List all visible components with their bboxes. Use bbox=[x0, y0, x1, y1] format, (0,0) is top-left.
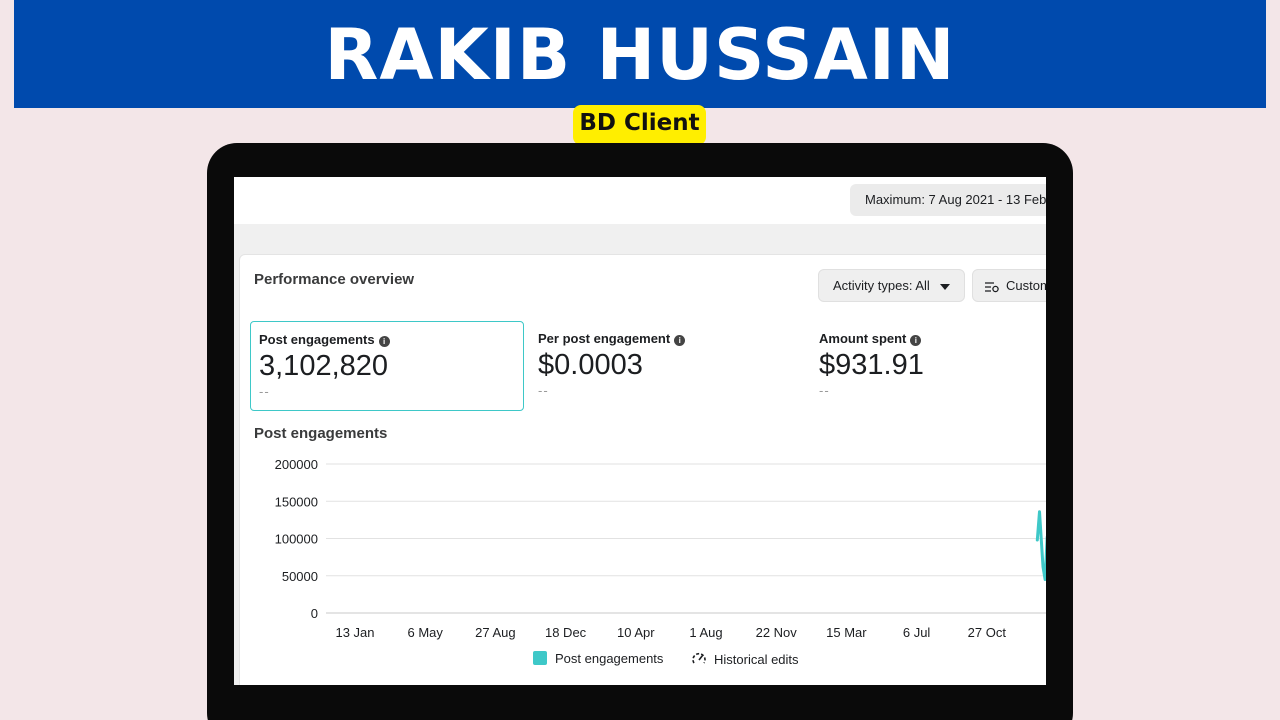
x-tick-label: 10 Apr bbox=[617, 625, 655, 640]
historical-edits-icon bbox=[692, 652, 706, 664]
y-tick-label: 150000 bbox=[275, 494, 318, 509]
performance-overview-card: Performance overview Activity types: All… bbox=[239, 254, 1046, 685]
x-tick-label: 1 Aug bbox=[689, 625, 722, 640]
y-tick-label: 100000 bbox=[275, 532, 318, 547]
legend-swatch bbox=[533, 651, 547, 665]
x-tick-label: 27 Oct bbox=[968, 625, 1007, 640]
x-tick-label: 13 Jan bbox=[335, 625, 374, 640]
legend-post-engagements[interactable]: Post engagements bbox=[533, 651, 663, 666]
date-range-button[interactable]: Maximum: 7 Aug 2021 - 13 Feb 2024 bbox=[850, 184, 1046, 216]
metric-value: $931.91 bbox=[819, 349, 924, 381]
post-engagements-chart: 200000 150000 100000 50000 0 13 Jan 6 May 27 Au… bbox=[275, 457, 1046, 640]
client-badge: BD Client bbox=[573, 105, 706, 145]
metric-value: $0.0003 bbox=[538, 349, 643, 381]
x-tick-label: 6 May bbox=[407, 625, 443, 640]
activity-types-label: Activity types: All bbox=[833, 278, 930, 293]
x-tick-label: 18 Dec bbox=[545, 625, 587, 640]
x-tick-label: 15 Mar bbox=[826, 625, 867, 640]
metric-comparison: -- bbox=[819, 383, 830, 398]
series-line-post-engagements bbox=[1035, 510, 1046, 581]
metric-value: 3,102,820 bbox=[259, 350, 389, 382]
y-tick-label: 200000 bbox=[275, 457, 318, 472]
legend-label: Historical edits bbox=[714, 652, 799, 667]
banner-title: RAKIB HUSSAIN bbox=[324, 14, 956, 96]
caret-down-icon bbox=[939, 283, 950, 290]
customise-icon bbox=[985, 281, 999, 292]
metric-label: Post engagements i bbox=[259, 332, 390, 347]
legend-historical-edits[interactable]: Historical edits bbox=[691, 651, 799, 667]
x-tick-label: 6 Jul bbox=[903, 625, 931, 640]
overview-title: Performance overview bbox=[254, 271, 415, 288]
title-banner: RAKIB HUSSAIN bbox=[14, 0, 1266, 108]
metric-amount-spent[interactable]: Amount spent i $931.91 -- bbox=[811, 321, 1046, 411]
customise-button[interactable]: Customise bbox=[972, 269, 1046, 302]
metric-comparison: -- bbox=[538, 383, 549, 398]
customise-label: Customise bbox=[1006, 278, 1046, 293]
metric-label: Amount spent i bbox=[819, 331, 922, 346]
y-tick-label: 0 bbox=[311, 606, 318, 621]
activity-types-dropdown[interactable]: Activity types: All bbox=[818, 269, 965, 302]
legend-label: Post engagements bbox=[555, 651, 664, 666]
metric-label: Per post engagement i bbox=[538, 331, 686, 346]
metric-post-engagements[interactable]: Post engagements i 3,102,820 -- bbox=[250, 321, 524, 411]
metric-comparison: -- bbox=[259, 384, 270, 399]
chart-title: Post engagements bbox=[254, 425, 388, 442]
metric-per-post-engagement[interactable]: Per post engagement i $0.0003 -- bbox=[530, 321, 804, 411]
y-tick-label: 50000 bbox=[282, 569, 318, 584]
top-bar: Maximum: 7 Aug 2021 - 13 Feb 2024 bbox=[234, 177, 1046, 224]
ads-manager-screen: Maximum: 7 Aug 2021 - 13 Feb 2024 Perfor… bbox=[234, 177, 1046, 685]
x-tick-label: 22 Nov bbox=[756, 625, 798, 640]
info-icon[interactable]: i bbox=[910, 335, 922, 346]
x-tick-label: 27 Aug bbox=[475, 625, 516, 640]
info-icon[interactable]: i bbox=[674, 335, 686, 346]
info-icon[interactable]: i bbox=[378, 336, 390, 347]
